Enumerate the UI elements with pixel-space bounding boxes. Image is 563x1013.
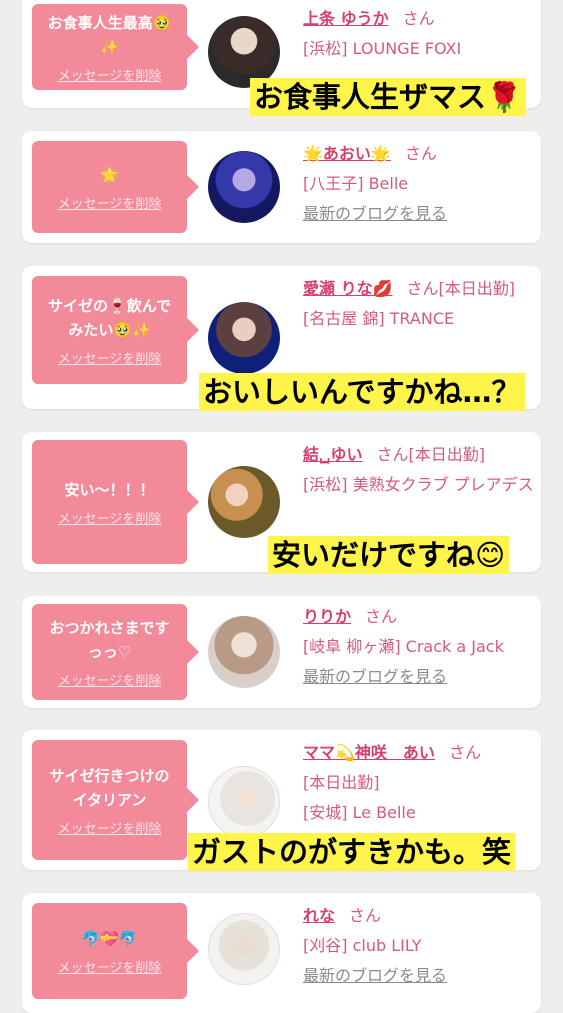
attendance-status: [本日出勤] <box>303 773 380 792</box>
girl-name-link[interactable]: 上条 ゆうか <box>303 9 389 28</box>
caption-overlay: 安いだけですね😊 <box>268 536 510 574</box>
message-bubble: 安い〜！！！ メッセージを削除 <box>32 440 199 564</box>
shop-label: [八王子] Belle <box>303 174 409 193</box>
shop-label: [浜松] LOUNGE FOXI <box>303 39 462 58</box>
shop-label: [名古屋 錦] TRANCE <box>303 309 455 328</box>
delete-message-link[interactable]: メッセージを削除 <box>58 818 162 837</box>
message-text: お食事人生最高🥹 ✨ <box>47 13 172 56</box>
avatar[interactable] <box>208 913 280 985</box>
message-bubble: サイゼの🍷飲んで みたい🥹✨ メッセージを削除 <box>32 276 199 384</box>
latest-blog-link[interactable]: 最新のブログを見る <box>303 199 543 229</box>
attendance-status: [本日出勤] <box>438 279 516 298</box>
honorific: さん <box>349 906 382 925</box>
delete-message-link[interactable]: メッセージを削除 <box>58 670 162 689</box>
delete-message-link[interactable]: メッセージを削除 <box>58 193 162 212</box>
shop-label: [刈谷] club LILY <box>303 936 422 955</box>
girl-name-link[interactable]: れな <box>303 906 335 925</box>
message-card: おつかれさまです っっ♡ メッセージを削除 りりか さん [岐阜 柳ヶ瀬] Cra… <box>22 596 541 708</box>
delete-message-link[interactable]: メッセージを削除 <box>58 508 162 527</box>
delete-message-link[interactable]: メッセージを削除 <box>58 957 162 976</box>
avatar[interactable] <box>208 766 280 838</box>
honorific: さん <box>406 279 439 298</box>
shop-label: [岐阜 柳ヶ瀬] Crack a Jack <box>303 637 504 656</box>
message-text: 🐬💝🐬 <box>81 929 138 948</box>
avatar[interactable] <box>208 616 280 688</box>
shop-label: [浜松] 美熟女クラブ プレアデス <box>303 475 534 494</box>
latest-blog-link[interactable]: 最新のブログを見る <box>303 662 543 692</box>
girl-name-link[interactable]: 結␣ゆい <box>303 445 362 464</box>
message-bubble: 🌟 メッセージを削除 <box>32 141 199 233</box>
caption-overlay: ガストのがすきかも。笑 <box>188 833 516 871</box>
message-card: 🐬💝🐬 メッセージを削除 れな さん [刈谷] club LILY 最新のブログを… <box>22 893 541 1013</box>
honorific: さん <box>402 9 435 28</box>
message-text: サイゼの🍷飲んで みたい🥹✨ <box>48 296 171 339</box>
message-bubble: お食事人生最高🥹 ✨ メッセージを削除 <box>32 4 199 90</box>
girl-name-link[interactable]: りりか <box>303 607 351 626</box>
shop-label: [安城] Le Belle <box>303 803 416 822</box>
message-bubble: サイゼ行きつけの イタリアン メッセージを削除 <box>32 740 199 860</box>
message-card: 🌟 メッセージを削除 🌟あおい🌟 さん [八王子] Belle 最新のブログを見る <box>22 131 541 243</box>
latest-blog-link[interactable]: 最新のブログを見る <box>303 961 543 991</box>
message-bubble: おつかれさまです っっ♡ メッセージを削除 <box>32 604 199 700</box>
message-text: 🌟 <box>100 165 119 184</box>
avatar[interactable] <box>208 466 280 538</box>
girl-name-link[interactable]: ママ💫神咲 あい <box>303 743 435 762</box>
message-text: おつかれさまです っっ♡ <box>49 618 170 661</box>
honorific: さん <box>376 445 409 464</box>
honorific: さん <box>448 743 481 762</box>
caption-overlay: おいしいんですかね…？ <box>199 373 525 411</box>
delete-message-link[interactable]: メッセージを削除 <box>58 65 162 84</box>
honorific: さん <box>365 607 398 626</box>
avatar[interactable] <box>208 302 280 374</box>
honorific: さん <box>404 144 437 163</box>
caption-overlay: お食事人生ザマス🌹 <box>250 78 527 116</box>
message-text: 安い〜！！！ <box>64 480 155 499</box>
girl-name-link[interactable]: 🌟あおい🌟 <box>303 144 391 163</box>
attendance-status: [本日出勤] <box>408 445 485 464</box>
girl-name-link[interactable]: 愛瀬 りな💋 <box>303 279 393 298</box>
message-bubble: 🐬💝🐬 メッセージを削除 <box>32 903 199 999</box>
avatar[interactable] <box>208 151 280 223</box>
delete-message-link[interactable]: メッセージを削除 <box>58 348 162 367</box>
message-text: サイゼ行きつけの イタリアン <box>49 766 170 809</box>
